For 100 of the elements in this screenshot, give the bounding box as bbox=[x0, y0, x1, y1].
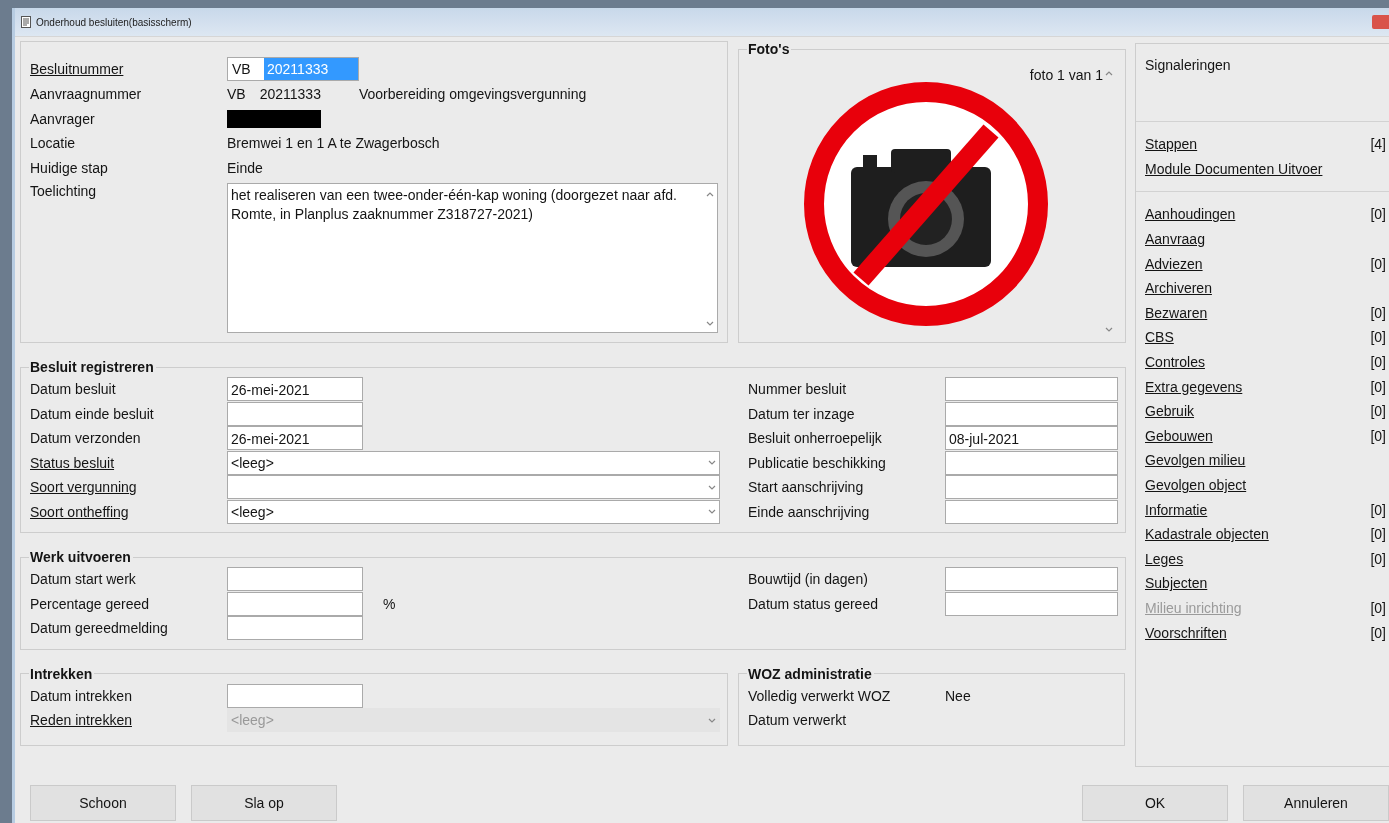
dropdown-field[interactable] bbox=[227, 475, 720, 500]
nav-link[interactable]: Stappen bbox=[1145, 136, 1198, 153]
count-label: [0] bbox=[1370, 354, 1386, 371]
nav-link[interactable]: Gevolgen object bbox=[1145, 477, 1247, 493]
field-label: Nummer besluit bbox=[748, 381, 848, 398]
chevron-up-icon[interactable] bbox=[1105, 71, 1113, 76]
action-button[interactable]: Annuleren bbox=[1243, 785, 1389, 821]
chevron-down-icon[interactable] bbox=[706, 321, 714, 326]
input-field[interactable] bbox=[945, 401, 1118, 426]
action-button[interactable]: OK bbox=[1082, 785, 1228, 821]
field-label: Publicatie beschikking bbox=[748, 454, 887, 471]
count-label: [0] bbox=[1370, 378, 1386, 395]
document-icon bbox=[21, 16, 31, 28]
value-text: Voorbereiding omgevingsvergunning bbox=[358, 86, 587, 103]
dropdown-field[interactable]: <leeg> bbox=[227, 499, 720, 524]
count-label: [0] bbox=[1370, 329, 1386, 346]
nav-link[interactable]: Archiveren bbox=[1145, 280, 1212, 297]
section-title: Intrekken bbox=[29, 665, 94, 682]
photo-counter: foto 1 van 1 bbox=[1029, 67, 1103, 83]
section-title: Besluit registreren bbox=[29, 359, 155, 375]
field-label: Aanvraagnummer bbox=[30, 86, 143, 103]
nav-link[interactable]: Aanhoudingen bbox=[1145, 206, 1236, 223]
action-button[interactable]: Schoon bbox=[30, 785, 176, 821]
field-label: Datum gereedmelding bbox=[30, 620, 169, 637]
count-label: [0] bbox=[1370, 501, 1386, 518]
date-field[interactable]: 26-mei-2021 bbox=[227, 377, 363, 402]
date-field[interactable] bbox=[227, 567, 363, 592]
date-field[interactable] bbox=[227, 401, 363, 426]
field-label: Einde aanschrijving bbox=[748, 503, 871, 520]
nav-link[interactable]: Gevolgen milieu bbox=[1145, 452, 1246, 469]
value-text: Bremwei 1 en 1 A te Zwagerbosch bbox=[227, 135, 440, 152]
input-field[interactable] bbox=[945, 377, 1118, 402]
input-field[interactable] bbox=[945, 567, 1118, 592]
field-link[interactable]: Soort ontheffing bbox=[30, 503, 227, 520]
chevron-down-icon[interactable] bbox=[708, 509, 716, 515]
chevron-down-icon[interactable] bbox=[708, 460, 716, 466]
date-field[interactable] bbox=[227, 616, 363, 641]
window-title: Onderhoud besluiten(basisscherm) bbox=[36, 16, 193, 28]
count-label: [0] bbox=[1370, 206, 1386, 223]
input-field[interactable]: 08-jul-2021 bbox=[945, 426, 1118, 451]
date-field[interactable]: 26-mei-2021 bbox=[227, 426, 363, 451]
nav-link[interactable]: Bezwaren bbox=[1145, 304, 1208, 321]
field-label: Percentage gereed bbox=[30, 595, 151, 612]
unit-label: % bbox=[383, 595, 396, 612]
input-field[interactable] bbox=[945, 499, 1118, 524]
chevron-down-icon[interactable] bbox=[1105, 327, 1113, 332]
section-title: WOZ administratie bbox=[747, 665, 873, 682]
action-button[interactable]: Sla op bbox=[191, 785, 337, 821]
nav-link[interactable]: Kadastrale objecten bbox=[1145, 526, 1269, 543]
nav-link[interactable]: CBS bbox=[1145, 329, 1174, 346]
dropdown-field[interactable]: <leeg> bbox=[227, 450, 720, 475]
input-field[interactable] bbox=[945, 475, 1118, 500]
section-title: Foto's bbox=[747, 41, 791, 57]
nav-link[interactable]: Gebruik bbox=[1145, 403, 1195, 420]
number-field[interactable]: VB 20211333 bbox=[227, 57, 359, 81]
field-label: Datum besluit bbox=[30, 381, 117, 398]
field-link[interactable]: Besluitnummer bbox=[30, 61, 227, 77]
field-label: Datum intrekken bbox=[30, 687, 133, 704]
field-link[interactable]: Status besluit bbox=[30, 454, 227, 471]
nav-link[interactable]: Leges bbox=[1145, 550, 1184, 567]
nav-link[interactable]: Adviezen bbox=[1145, 255, 1203, 272]
field-label: Bouwtijd (in dagen) bbox=[748, 571, 869, 588]
date-field[interactable] bbox=[227, 591, 363, 616]
nav-link[interactable]: Extra gegevens bbox=[1145, 378, 1243, 395]
count-label: [0] bbox=[1370, 427, 1386, 444]
nav-link[interactable]: Controles bbox=[1145, 354, 1205, 371]
input-field[interactable] bbox=[945, 591, 1118, 616]
field-label: Datum verwerkt bbox=[748, 712, 848, 729]
count-label: [0] bbox=[1370, 550, 1386, 567]
field-label: Datum einde besluit bbox=[30, 405, 155, 422]
nav-link[interactable]: Module Documenten Uitvoer bbox=[1145, 160, 1323, 177]
field-label: Huidige stap bbox=[30, 159, 109, 176]
field-label: Datum start werk bbox=[30, 571, 137, 588]
field-label: Toelichting bbox=[30, 183, 98, 199]
section-title: Werk uitvoeren bbox=[29, 549, 132, 565]
chevron-down-icon[interactable] bbox=[708, 484, 716, 490]
close-button[interactable] bbox=[1372, 15, 1389, 29]
field-label: Datum verzonden bbox=[30, 430, 142, 447]
text-area[interactable]: het realiseren van een twee-onder-één-kap woning (doorgezet naar afd. Romte, in Planplus zaaknummer Z318727-2021) bbox=[227, 183, 718, 333]
count-label: [4] bbox=[1370, 136, 1386, 153]
nav-link[interactable]: Voorschriften bbox=[1145, 624, 1227, 641]
nav-link[interactable]: Subjecten bbox=[1145, 575, 1208, 592]
field-link[interactable]: Soort vergunning bbox=[30, 479, 227, 496]
nav-link[interactable]: Informatie bbox=[1145, 501, 1208, 518]
field-label: Datum ter inzage bbox=[748, 405, 856, 422]
field-label: Besluit onherroepelijk bbox=[748, 430, 883, 447]
value-text: Einde bbox=[227, 159, 263, 176]
input-field[interactable] bbox=[945, 450, 1118, 475]
chevron-up-icon[interactable] bbox=[706, 192, 714, 197]
value-text: Nee bbox=[945, 687, 971, 704]
count-label: [0] bbox=[1370, 255, 1386, 272]
count-label: [0] bbox=[1370, 526, 1386, 543]
value-text: VB bbox=[227, 86, 246, 103]
value-text: 20211333 bbox=[259, 86, 321, 103]
date-field[interactable] bbox=[227, 683, 363, 708]
nav-link[interactable]: Aanvraag bbox=[1145, 231, 1205, 248]
count-label: [0] bbox=[1370, 304, 1386, 321]
field-label: Volledig verwerkt WOZ bbox=[748, 687, 892, 704]
nav-link[interactable]: Gebouwen bbox=[1145, 427, 1213, 444]
count-label: [0] bbox=[1370, 403, 1386, 420]
